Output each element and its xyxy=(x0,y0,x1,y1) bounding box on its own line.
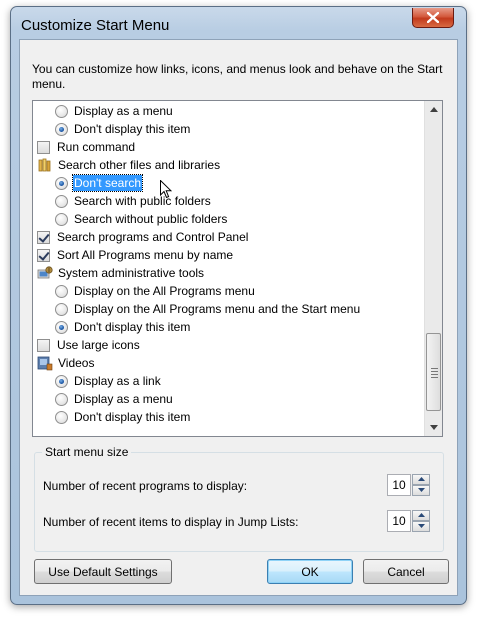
radio-button[interactable] xyxy=(55,122,68,136)
option-checkbox-row[interactable]: Use large icons xyxy=(37,336,141,354)
use-default-settings-button[interactable]: Use Default Settings xyxy=(34,559,172,584)
radio-button[interactable] xyxy=(55,302,68,316)
option-label: Don't display this item xyxy=(74,122,191,136)
options-scrollbar[interactable] xyxy=(424,101,442,436)
option-label: Search other files and libraries xyxy=(58,158,221,172)
radio-button[interactable] xyxy=(55,374,68,388)
options-list-content: Display as a menu Don't display this item… xyxy=(33,101,424,436)
spin-down-arrow-icon xyxy=(417,488,425,492)
customize-start-menu-dialog: Customize Start Menu You can customize h… xyxy=(10,6,467,605)
option-label: Don't display this item xyxy=(74,410,191,424)
option-radio-row[interactable]: Display as a menu xyxy=(55,390,174,408)
option-checkbox-row[interactable]: Search programs and Control Panel xyxy=(37,228,249,246)
option-radio-row[interactable]: Display as a link xyxy=(55,372,162,390)
option-checkbox-row[interactable]: Run command xyxy=(37,138,136,156)
scroll-down-button[interactable] xyxy=(425,419,442,436)
option-label: Videos xyxy=(58,356,95,370)
checkbox[interactable] xyxy=(37,140,50,154)
option-group-header[interactable]: Videos xyxy=(37,354,95,372)
recent-programs-label: Number of recent programs to display: xyxy=(43,479,248,493)
option-radio-row[interactable]: Display as a menu xyxy=(55,102,174,120)
option-label: Search without public folders xyxy=(74,212,228,226)
dialog-description: You can customize how links, icons, and … xyxy=(32,62,443,91)
recent-programs-down-button[interactable] xyxy=(412,484,430,496)
option-label: Display on the All Programs menu and the… xyxy=(74,302,361,316)
option-label: Search programs and Control Panel xyxy=(57,230,249,244)
radio-button[interactable] xyxy=(55,194,68,208)
option-label: Sort All Programs menu by name xyxy=(57,248,234,262)
spin-up-arrow-icon xyxy=(417,477,425,481)
option-label: Run command xyxy=(57,140,136,154)
scroll-up-button[interactable] xyxy=(425,101,442,118)
dialog-body: You can customize how links, icons, and … xyxy=(19,39,458,596)
checkbox[interactable] xyxy=(37,248,50,262)
admin-tools-icon xyxy=(37,265,53,281)
thumb-grip-line xyxy=(431,377,438,378)
start-menu-size-group: Start menu size Number of recent program… xyxy=(34,445,444,552)
close-icon xyxy=(427,12,439,23)
recent-programs-up-button[interactable] xyxy=(412,473,430,485)
radio-button[interactable] xyxy=(55,212,68,226)
thumb-grip-line xyxy=(431,374,438,375)
radio-button[interactable] xyxy=(55,176,68,190)
ok-button[interactable]: OK xyxy=(267,559,353,584)
option-radio-row[interactable]: Don't display this item xyxy=(55,318,191,336)
options-list[interactable]: Display as a menu Don't display this item… xyxy=(32,100,443,437)
cancel-button[interactable]: Cancel xyxy=(363,559,449,584)
radio-button[interactable] xyxy=(55,104,68,118)
radio-button[interactable] xyxy=(55,392,68,406)
radio-button[interactable] xyxy=(55,284,68,298)
thumb-grip-line xyxy=(431,371,438,372)
recent-items-input[interactable]: 10 xyxy=(387,509,411,532)
folder-library-icon xyxy=(37,157,53,173)
recent-programs-spinner[interactable]: 10 xyxy=(387,473,433,496)
thumb-grip-line xyxy=(431,368,438,369)
videos-icon xyxy=(37,355,53,371)
scroll-up-arrow-icon xyxy=(429,107,438,112)
option-checkbox-row[interactable]: Sort All Programs menu by name xyxy=(37,246,234,264)
option-radio-row[interactable]: Don't display this item xyxy=(55,120,191,138)
scroll-thumb[interactable] xyxy=(426,333,441,411)
start-menu-size-title: Start menu size xyxy=(42,445,132,459)
option-label: Search with public folders xyxy=(74,194,211,208)
window-title: Customize Start Menu xyxy=(21,17,170,34)
option-label: Don't display this item xyxy=(74,320,191,334)
option-label: Don't search xyxy=(72,174,143,192)
option-radio-row[interactable]: Don't display this item xyxy=(55,408,191,426)
recent-items-up-button[interactable] xyxy=(412,509,430,521)
mouse-cursor-icon xyxy=(160,180,172,199)
option-radio-row[interactable]: Display on the All Programs menu xyxy=(55,282,256,300)
option-radio-row[interactable]: Search with public folders xyxy=(55,192,212,210)
spin-down-arrow-icon xyxy=(417,524,425,528)
close-button[interactable] xyxy=(412,8,454,28)
checkbox[interactable] xyxy=(37,338,50,352)
option-label: Display on the All Programs menu xyxy=(74,284,255,298)
option-label: System administrative tools xyxy=(58,266,205,280)
scroll-down-arrow-icon xyxy=(429,425,438,430)
recent-items-spinner[interactable]: 10 xyxy=(387,509,433,532)
recent-items-label: Number of recent items to display in Jum… xyxy=(43,515,299,529)
option-label: Display as a link xyxy=(74,374,161,388)
spin-up-arrow-icon xyxy=(417,513,425,517)
recent-items-down-button[interactable] xyxy=(412,520,430,532)
checkbox[interactable] xyxy=(37,230,50,244)
radio-button[interactable] xyxy=(55,410,68,424)
option-group-header[interactable]: System administrative tools xyxy=(37,264,205,282)
radio-button[interactable] xyxy=(55,320,68,334)
option-group-header[interactable]: Search other files and libraries xyxy=(37,156,221,174)
option-label: Use large icons xyxy=(57,338,140,352)
option-radio-row[interactable]: Display on the All Programs menu and the… xyxy=(55,300,361,318)
recent-programs-input[interactable]: 10 xyxy=(387,473,411,496)
title-bar[interactable]: Customize Start Menu xyxy=(11,7,466,41)
option-label: Display as a menu xyxy=(74,104,173,118)
option-label: Display as a menu xyxy=(74,392,173,406)
option-radio-row[interactable]: Search without public folders xyxy=(55,210,228,228)
option-radio-row[interactable]: Don't search xyxy=(55,174,143,192)
